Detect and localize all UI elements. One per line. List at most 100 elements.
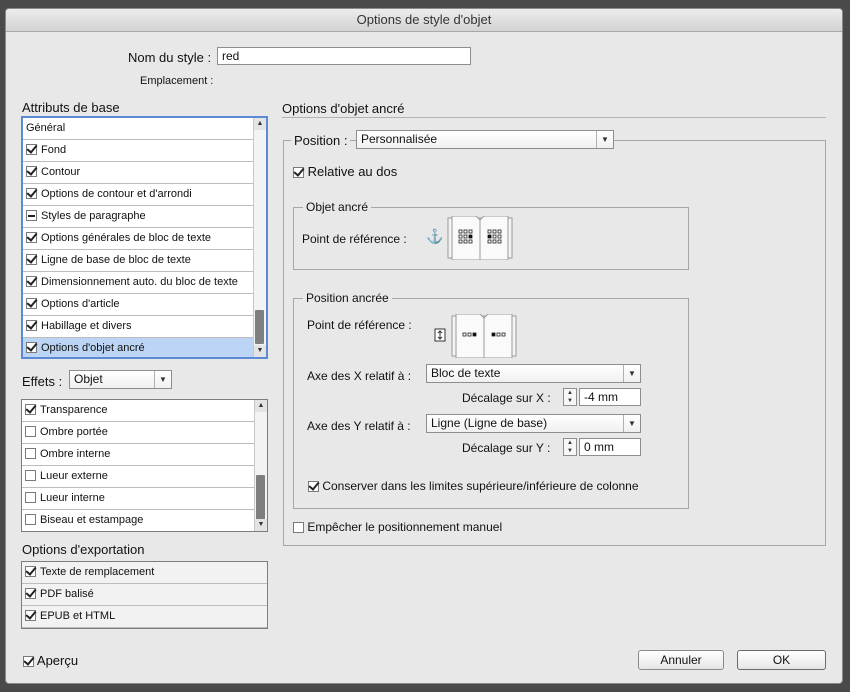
basic-attributes-list[interactable]: Options d'objet ancré Habillage et divers… [21,116,268,359]
effect-row[interactable]: Ombre portée [22,422,255,444]
y-relative-select[interactable]: Ligne (Ligne de base) ▼ [426,414,641,433]
basic-attribute-row[interactable]: Habillage et divers [23,316,254,338]
basic-attribute-row[interactable]: Options de contour et d'arrondi [23,184,254,206]
effects-scrollbar[interactable]: ▲ ▼ [254,400,267,531]
export-option-row[interactable]: Texte de remplacement [22,562,267,584]
effect-row[interactable]: Transparence [22,400,255,422]
preview-checkbox[interactable]: Aperçu [23,653,78,668]
basic-attribute-row[interactable]: Options générales de bloc de texte [23,228,254,250]
x-offset-label: Décalage sur X : [462,391,551,405]
basic-attribute-label: Fond [41,144,67,156]
effect-checkbox[interactable] [25,425,36,437]
effects-select-value: Objet [74,372,103,386]
relative-spine-checkbox[interactable]: Relative au dos [293,164,397,179]
basic-attribute-row[interactable]: Général [23,118,254,140]
effects-list[interactable]: Biseau et estampage Lueur interne Lueur ex… [21,399,268,532]
basic-attribute-checkbox[interactable] [26,275,37,287]
basic-attribute-label: Contour [41,166,81,178]
relative-spine-label: Relative au dos [307,164,398,179]
basic-attribute-row[interactable]: Fond [23,140,254,162]
x-relative-label: Axe des X relatif à : [307,369,412,383]
chevron-down-icon: ▼ [623,365,640,382]
ok-button[interactable]: OK [737,650,826,670]
basic-attribute-checkbox[interactable] [26,231,37,243]
export-option-checkbox[interactable] [25,587,36,599]
export-option-checkbox[interactable] [25,565,36,577]
basic-attributes-heading: Attributs de base [22,100,120,115]
prevent-manual-checkbox[interactable]: Empêcher le positionnement manuel [293,520,502,534]
basic-attributes-scrollbar[interactable]: ▲ ▼ [253,118,266,357]
position-select-value: Personnalisée [361,132,438,146]
effect-checkbox[interactable] [25,513,36,525]
effect-row[interactable]: Lueur externe [22,466,255,488]
relative-spine-check[interactable] [293,167,304,179]
anchored-object-reference-proxy[interactable] [446,216,514,260]
effect-checkbox[interactable] [25,403,36,415]
style-name-input[interactable]: red [217,47,471,65]
y-offset-stepper[interactable]: ▲ ▼ [563,438,577,456]
anchored-position-ref-label: Point de référence : [307,318,412,332]
export-options-list[interactable]: EPUB et HTML PDF balisé Texte de remplacem… [21,561,268,629]
effect-row[interactable]: Lueur interne [22,488,255,510]
scroll-up-icon[interactable]: ▲ [254,118,266,130]
effects-label: Effets : [22,374,63,389]
effect-row[interactable]: Ombre interne [22,444,255,466]
prevent-manual-check[interactable] [293,522,304,534]
basic-attribute-row[interactable]: Ligne de base de bloc de texte [23,250,254,272]
location-label: Emplacement : [140,75,214,87]
effect-checkbox[interactable] [25,469,36,481]
effect-label: Biseau et estampage [40,514,144,526]
keep-within-checkbox[interactable]: Conserver dans les limites supérieure/in… [308,479,639,493]
effect-label: Transparence [40,404,108,416]
chevron-down-icon: ▼ [596,131,613,148]
basic-attribute-row[interactable]: Options d'article [23,294,254,316]
window-title: Options de style d'objet [6,9,842,32]
basic-attribute-checkbox[interactable] [26,253,37,265]
scroll-down-icon[interactable]: ▼ [254,345,266,357]
style-name-label: Nom du style : [128,50,212,65]
basic-attribute-checkbox[interactable] [26,165,37,177]
x-offset-input[interactable]: -4 mm [579,388,641,406]
basic-attribute-row[interactable]: Options d'objet ancré [23,338,254,357]
effect-label: Lueur interne [40,492,105,504]
scroll-up-icon[interactable]: ▲ [255,400,267,412]
y-offset-input[interactable]: 0 mm [579,438,641,456]
effects-select[interactable]: Objet ▼ [69,370,172,389]
scroll-thumb[interactable] [256,475,265,520]
scroll-down-icon[interactable]: ▼ [255,519,267,531]
effect-row[interactable]: Biseau et estampage [22,510,255,531]
basic-attribute-checkbox[interactable] [26,341,37,353]
position-label: Position : [291,133,351,148]
basic-attribute-checkbox[interactable] [26,143,37,155]
effect-checkbox[interactable] [25,491,36,503]
basic-attribute-label: Styles de paragraphe [41,210,146,222]
anchored-position-reference-proxy[interactable] [450,314,518,358]
export-option-row[interactable]: EPUB et HTML [22,606,267,628]
position-select[interactable]: Personnalisée ▼ [356,130,614,149]
basic-attribute-label: Options d'objet ancré [41,342,145,354]
y-relative-label: Axe des Y relatif à : [307,419,411,433]
basic-attribute-checkbox[interactable] [26,319,37,331]
cancel-button[interactable]: Annuler [638,650,724,670]
chevron-down-icon: ▼ [154,371,171,388]
scroll-thumb[interactable] [255,310,264,344]
x-relative-select[interactable]: Bloc de texte ▼ [426,364,641,383]
export-option-row[interactable]: PDF balisé [22,584,267,606]
export-option-checkbox[interactable] [25,609,36,621]
preview-label: Aperçu [36,653,79,668]
export-option-label: Texte de remplacement [40,566,155,578]
basic-attribute-checkbox[interactable] [26,187,37,199]
x-offset-stepper[interactable]: ▲ ▼ [563,388,577,406]
basic-attribute-checkbox[interactable] [26,209,37,221]
basic-attribute-row[interactable]: Contour [23,162,254,184]
anchor-icon: ⚓ [426,228,444,244]
basic-attribute-row[interactable]: Dimensionnement auto. du bloc de texte [23,272,254,294]
basic-attribute-label: Options générales de bloc de texte [41,232,212,244]
preview-check[interactable] [23,656,34,668]
text-frame-reference-icon [434,328,446,342]
dialog-window: Options de style d'objet Nom du style : … [5,8,843,684]
keep-within-check[interactable] [308,481,319,493]
basic-attribute-checkbox[interactable] [26,297,37,309]
effect-checkbox[interactable] [25,447,36,459]
basic-attribute-row[interactable]: Styles de paragraphe [23,206,254,228]
